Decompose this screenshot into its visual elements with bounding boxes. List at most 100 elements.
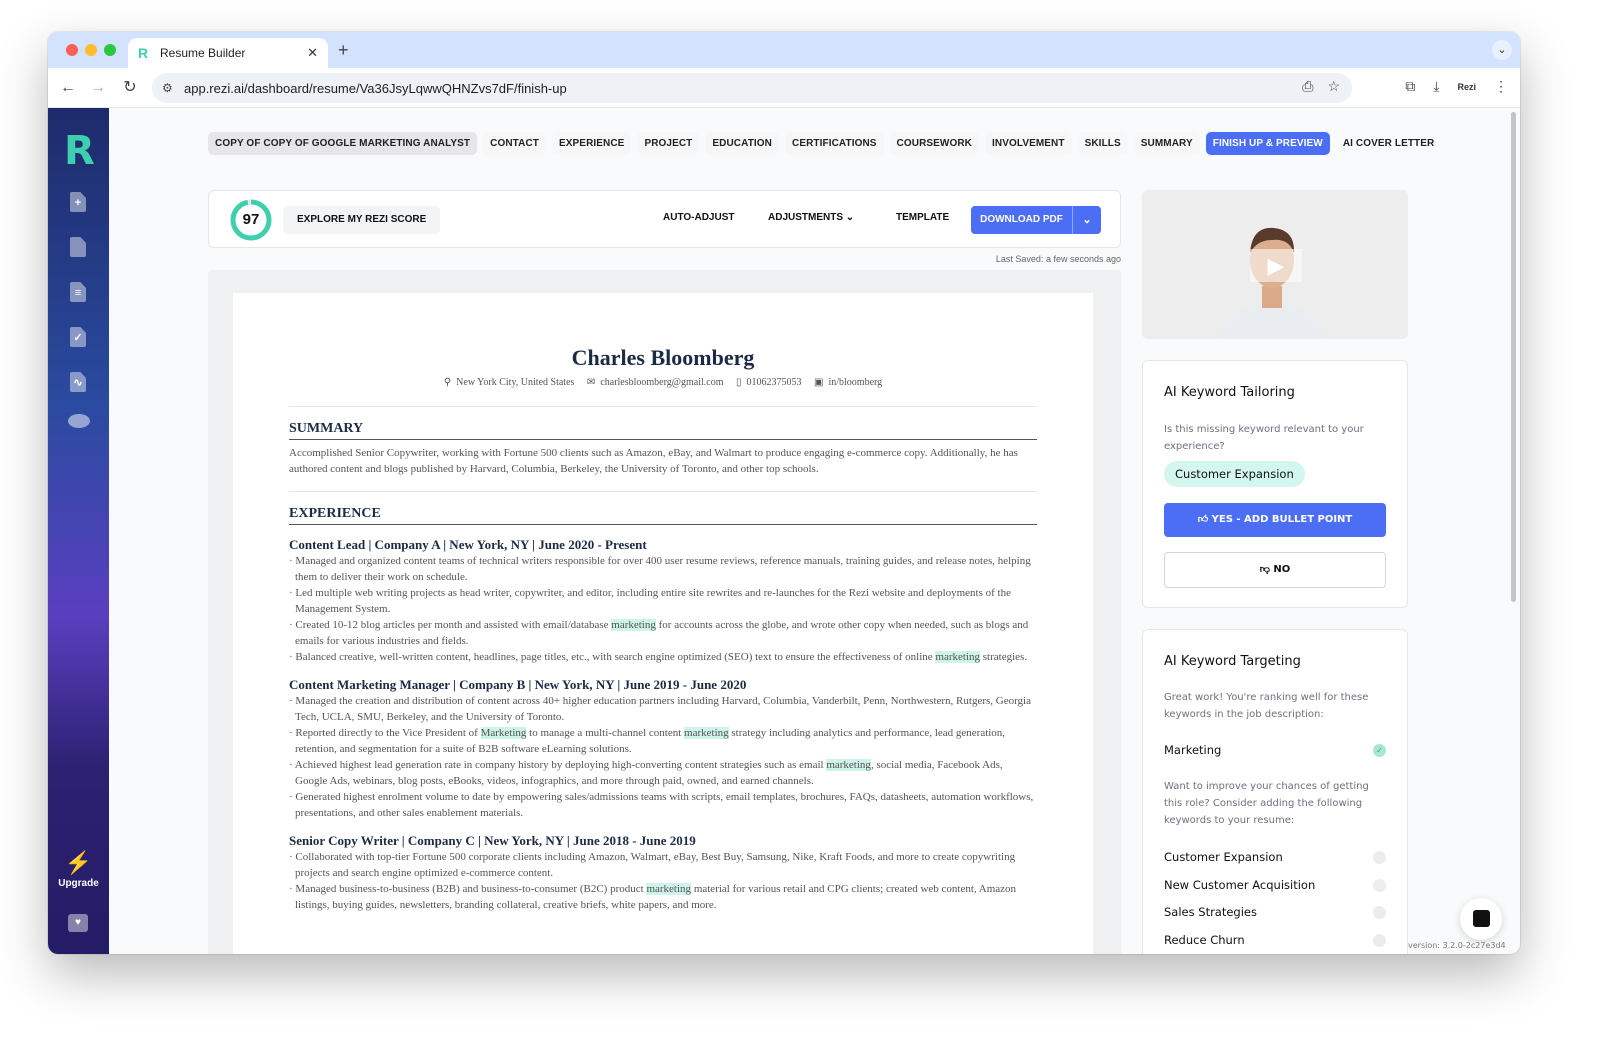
download-pdf-button[interactable]: DOWNLOAD PDF xyxy=(971,206,1073,234)
chip-finish-up-preview[interactable]: FINISH UP & PREVIEW xyxy=(1205,132,1330,155)
extensions-puzzle-icon[interactable]: ⧉ xyxy=(1405,78,1415,95)
bullet-text: strategies. xyxy=(980,651,1028,663)
chip-involvement[interactable]: INVOLVEMENT xyxy=(985,132,1072,155)
add-bullet-point-button[interactable]: 👍︎ YES - ADD BULLET POINT xyxy=(1164,503,1386,537)
job-title: Content Marketing Manager | Company B | … xyxy=(289,677,747,692)
suggested-keyword[interactable]: Customer Expansion xyxy=(1164,850,1386,864)
explore-score-button[interactable]: EXPLORE MY REZI SCORE xyxy=(283,206,441,234)
download-pdf-group: DOWNLOAD PDF ⌄ xyxy=(971,206,1101,234)
forward-arrow-icon[interactable]: → xyxy=(86,76,110,100)
profile-button[interactable]: Rezi xyxy=(1457,82,1476,92)
download-options-chevron-icon[interactable]: ⌄ xyxy=(1073,206,1101,234)
chip-certifications[interactable]: CERTIFICATIONS xyxy=(785,132,884,155)
reload-icon[interactable]: ↻ xyxy=(118,76,142,100)
download-icon[interactable]: ⤓ xyxy=(1433,78,1439,95)
page-scrollbar[interactable] xyxy=(1509,108,1517,954)
job-bullet: · Reported directly to the Vice Presiden… xyxy=(289,725,1037,757)
feedback-heart-icon[interactable]: ♥ xyxy=(68,914,88,932)
browser-tab[interactable]: R Resume Builder ✕ xyxy=(128,38,328,68)
coin-icon[interactable] xyxy=(68,414,90,428)
new-resume-icon[interactable]: + xyxy=(70,192,86,212)
summary-heading: SUMMARY xyxy=(289,421,1037,440)
document-lines-icon[interactable]: ≡ xyxy=(70,282,86,302)
keyword-label: New Customer Acquisition xyxy=(1164,878,1316,892)
resume-name: Charles Bloomberg xyxy=(571,345,755,370)
no-label: NO xyxy=(1273,564,1291,575)
chip-education[interactable]: EDUCATION xyxy=(705,132,779,155)
bullet-text: to manage a multi-channel content xyxy=(526,727,685,739)
job-bullet: · Managed the creation and distribution … xyxy=(289,693,1037,725)
keyword-highlight: marketing xyxy=(826,759,871,771)
keyword-highlight: marketing xyxy=(611,619,656,631)
job-bullet: · Achieved highest lead generation rate … xyxy=(289,757,1037,789)
bullet-text: · Achieved highest lead generation rate … xyxy=(289,759,827,771)
missing-keyword-badge: Customer Expansion xyxy=(1164,461,1305,487)
intro-video[interactable]: ▶ xyxy=(1142,190,1408,339)
close-window-button[interactable] xyxy=(66,44,78,56)
chip-experience[interactable]: EXPERIENCE xyxy=(551,132,632,155)
thumbs-down-icon: 👎︎ xyxy=(1259,564,1274,575)
no-button[interactable]: 👎︎ NO xyxy=(1164,552,1386,588)
minimize-window-button[interactable] xyxy=(85,44,97,56)
resume-page[interactable]: Charles Bloomberg ⚲ New York City, United… xyxy=(233,293,1093,954)
action-bar: 97 EXPLORE MY REZI SCORE AUTO-ADJUST ADJ… xyxy=(208,190,1121,248)
keyword-highlight: marketing xyxy=(646,883,692,895)
job-title: Senior Copy Writer | Company C | New Yor… xyxy=(289,833,696,848)
scrollbar-thumb[interactable] xyxy=(1511,112,1516,602)
bullet-text: · Led multiple web writing projects as h… xyxy=(289,587,1011,615)
job-bullet: · Created 10-12 blog articles per month … xyxy=(289,617,1037,649)
job-title: Content Lead | Company A | New York, NY … xyxy=(289,537,647,552)
bullet-text: · Collaborated with top-tier Fortune 500… xyxy=(289,851,1016,879)
play-icon[interactable]: ▶ xyxy=(1250,249,1302,282)
chip-summary[interactable]: SUMMARY xyxy=(1133,132,1200,155)
document-icon[interactable] xyxy=(70,237,86,257)
template-button[interactable]: TEMPLATE xyxy=(896,212,949,223)
app-version: version: 3.2.0-2c27e3d4 xyxy=(1408,941,1506,950)
auto-adjust-button[interactable]: AUTO-ADJUST xyxy=(663,212,734,223)
site-settings-icon[interactable]: ⚙ xyxy=(162,81,184,95)
tab-search-chevron-icon[interactable]: ⌄ xyxy=(1492,40,1512,60)
chip-contact[interactable]: CONTACT xyxy=(483,132,546,155)
browser-toolbar: ← → ↻ ⚙ app.rezi.ai/dashboard/resume/Va3… xyxy=(48,68,1520,108)
adjustments-label: ADJUSTMENTS xyxy=(768,212,844,223)
new-tab-button[interactable]: + xyxy=(338,40,349,61)
status-dot-icon xyxy=(1373,851,1386,864)
chat-widget-button[interactable] xyxy=(1460,898,1502,940)
url-text[interactable]: app.rezi.ai/dashboard/resume/Va36JsyLqww… xyxy=(184,81,567,96)
keyword-label: Customer Expansion xyxy=(1164,850,1283,864)
bullet-text: · Managed business-to-business (B2B) and… xyxy=(289,883,647,895)
adjustments-dropdown[interactable]: ADJUSTMENTS ⌄ xyxy=(768,212,854,223)
close-tab-icon[interactable]: ✕ xyxy=(307,45,318,61)
contact-location: New York City, United States xyxy=(456,377,575,388)
upgrade-button[interactable]: ⚡ Upgrade xyxy=(48,850,109,889)
browser-window: R Resume Builder ✕ + ⌄ ← → ↻ ⚙ app.rezi.… xyxy=(48,32,1520,954)
chip-project[interactable]: PROJECT xyxy=(637,132,700,155)
keyword-label: Sales Strategies xyxy=(1164,905,1257,919)
suggested-keyword[interactable]: Reduce Churn xyxy=(1164,933,1386,947)
keyword-highlight: marketing xyxy=(935,651,981,663)
rezi-favicon-icon: R xyxy=(138,45,149,61)
tailoring-question: Is this missing keyword relevant to your… xyxy=(1164,424,1364,452)
rezi-logo[interactable]: R xyxy=(64,128,95,174)
bullet-text: · Created 10-12 blog articles per month … xyxy=(289,619,612,631)
check-icon: ✓ xyxy=(1373,744,1386,757)
document-check-icon[interactable]: ✓ xyxy=(70,327,86,347)
section-nav: COPY OF COPY OF GOOGLE MARKETING ANALYST… xyxy=(208,132,1441,155)
suggested-keyword[interactable]: New Customer Acquisition xyxy=(1164,878,1386,892)
sidebar: R + ≡ ✓ ∿ ⚡ Upgrade ♥ xyxy=(48,108,109,954)
chat-icon xyxy=(1473,910,1490,927)
suggested-keyword[interactable]: Sales Strategies xyxy=(1164,905,1386,919)
chip-coursework[interactable]: COURSEWORK xyxy=(889,132,979,155)
back-arrow-icon[interactable]: ← xyxy=(56,76,80,100)
chip-ai-cover-letter[interactable]: AI COVER LETTER xyxy=(1336,132,1442,155)
chip-resume-name[interactable]: COPY OF COPY OF GOOGLE MARKETING ANALYST xyxy=(208,132,478,155)
chip-skills[interactable]: SKILLS xyxy=(1077,132,1128,155)
maximize-window-button[interactable] xyxy=(104,44,116,56)
install-app-icon[interactable]: ⎙ xyxy=(1302,78,1313,95)
job-bullet: · Led multiple web writing projects as h… xyxy=(289,585,1037,617)
ranked-keyword: Marketing ✓ xyxy=(1164,743,1386,757)
document-pulse-icon[interactable]: ∿ xyxy=(70,372,86,392)
bookmark-star-icon[interactable]: ☆ xyxy=(1327,78,1340,95)
address-bar[interactable]: ⚙ app.rezi.ai/dashboard/resume/Va36JsyLq… xyxy=(152,73,1352,103)
more-menu-icon[interactable]: ⋮ xyxy=(1494,78,1508,95)
